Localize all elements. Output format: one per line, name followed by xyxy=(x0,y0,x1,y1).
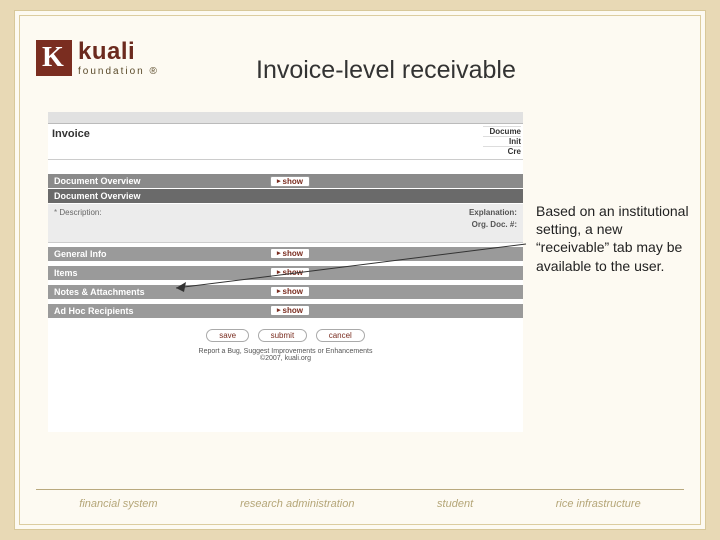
divider xyxy=(36,489,684,490)
submit-button[interactable]: submit xyxy=(258,329,308,342)
description-label: Description: xyxy=(54,208,102,217)
save-button[interactable]: save xyxy=(206,329,249,342)
cancel-button[interactable]: cancel xyxy=(316,329,365,342)
logo: kuali foundation ® xyxy=(36,38,159,77)
header-right-labels: Docume Init Cre xyxy=(483,126,523,157)
section-document-overview-inner-label: Document Overview xyxy=(54,191,141,201)
logo-text: kuali foundation ® xyxy=(78,38,159,77)
callout-text: Based on an institutional setting, a new… xyxy=(536,202,691,275)
header-cre-label: Cre xyxy=(483,146,521,156)
logo-sub: foundation ® xyxy=(78,66,159,77)
header-init-label: Init xyxy=(483,136,521,146)
show-button[interactable]: show xyxy=(270,305,310,316)
footer-bug-link: Report a Bug, Suggest Improvements or En… xyxy=(48,348,523,355)
section-document-overview-inner: Document Overview xyxy=(48,189,523,204)
page-title: Invoice-level receivable xyxy=(256,56,516,85)
footer-copyright: ©2007, kuali.org xyxy=(48,355,523,362)
section-general-info: General Info show xyxy=(48,247,523,262)
description-right: Explanation: Org. Doc. #: xyxy=(309,208,517,232)
window-titlebar xyxy=(48,112,523,124)
section-items-label: Items xyxy=(54,268,78,278)
logo-mark-icon xyxy=(36,40,72,76)
footer-links: financial system research administration… xyxy=(26,498,694,510)
header-doc-label: Docume xyxy=(483,126,521,136)
footer-link-financial: financial system xyxy=(79,498,157,510)
spacer xyxy=(48,160,523,174)
section-notes-label: Notes & Attachments xyxy=(54,287,145,297)
section-general-info-label: General Info xyxy=(54,249,107,259)
section-notes: Notes & Attachments show xyxy=(48,285,523,300)
show-button[interactable]: show xyxy=(270,286,310,297)
logo-brand: kuali xyxy=(78,38,159,66)
screenshot-header: Invoice Docume Init Cre xyxy=(48,124,523,160)
app-screenshot: Invoice Docume Init Cre Document Overvie… xyxy=(48,112,523,432)
description-left: Description: xyxy=(54,208,309,232)
slide: kuali foundation ® Invoice-level receiva… xyxy=(14,10,706,530)
explanation-label: Explanation: xyxy=(309,208,517,217)
section-items: Items show xyxy=(48,266,523,281)
section-document-overview: Document Overview show xyxy=(48,174,523,189)
description-row: Description: Explanation: Org. Doc. #: xyxy=(48,204,523,243)
section-adhoc: Ad Hoc Recipients show xyxy=(48,304,523,319)
show-button[interactable]: show xyxy=(270,248,310,259)
invoice-heading: Invoice xyxy=(52,126,90,140)
show-button[interactable]: show xyxy=(270,176,310,187)
screenshot-footer: Report a Bug, Suggest Improvements or En… xyxy=(48,346,523,366)
section-document-overview-label: Document Overview xyxy=(54,176,141,186)
footer-link-student: student xyxy=(437,498,473,510)
frame-inner: kuali foundation ® Invoice-level receiva… xyxy=(26,22,694,518)
orgdoc-label: Org. Doc. #: xyxy=(309,220,517,229)
footer-link-research: research administration xyxy=(240,498,354,510)
show-button[interactable]: show xyxy=(270,267,310,278)
footer-link-rice: rice infrastructure xyxy=(556,498,641,510)
button-row: save submit cancel xyxy=(48,319,523,346)
frame: kuali foundation ® Invoice-level receiva… xyxy=(19,15,701,525)
section-adhoc-label: Ad Hoc Recipients xyxy=(54,306,134,316)
